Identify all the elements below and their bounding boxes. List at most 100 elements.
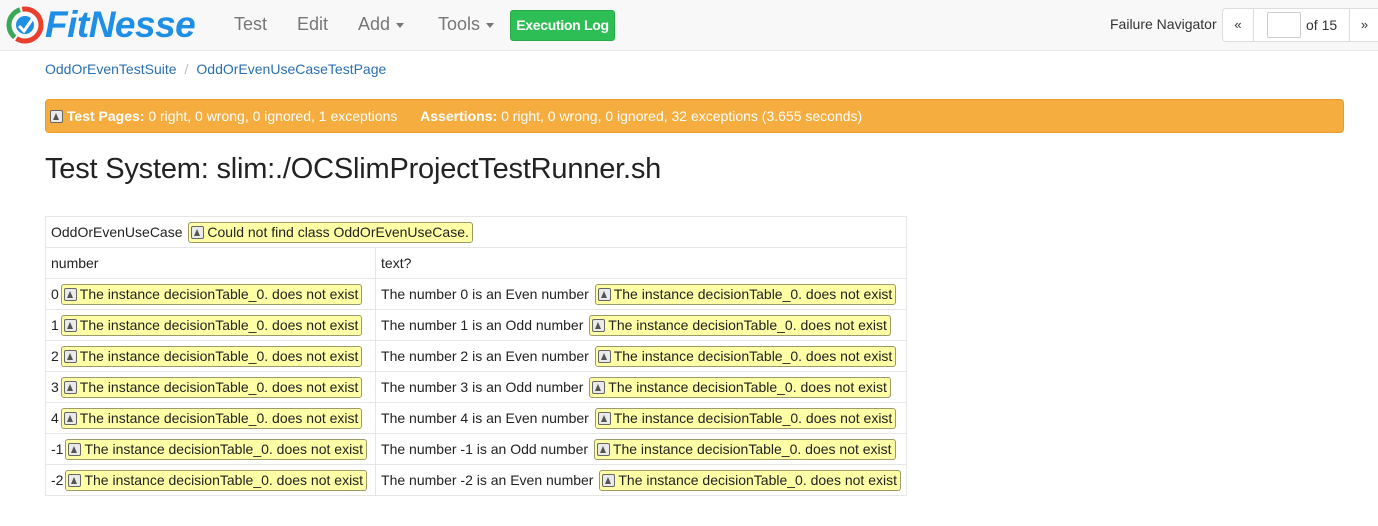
text-cell: The number 0 is an Even number The insta… <box>375 278 907 310</box>
error-badge: The instance decisionTable_0. does not e… <box>60 407 363 429</box>
nav-tools-dropdown[interactable]: Tools <box>438 12 495 36</box>
number-value: -1 <box>51 440 64 457</box>
decision-table: OddOrEvenUseCase Could not find class Od… <box>44 216 907 496</box>
exception-icon <box>63 411 77 425</box>
text-error-text: The instance decisionTable_0. does not e… <box>613 409 893 426</box>
number-error-text: The instance decisionTable_0. does not e… <box>79 409 359 426</box>
assertions-value: 0 right, 0 wrong, 0 ignored, 32 exceptio… <box>501 108 863 124</box>
next-failure-button[interactable]: » <box>1349 9 1378 41</box>
number-cell: -1 The instance decisionTable_0. does not… <box>44 433 377 465</box>
error-badge: The instance decisionTable_0. does not e… <box>589 376 891 398</box>
breadcrumb-separator: / <box>184 61 189 77</box>
number-error-text: The instance decisionTable_0. does not e… <box>84 471 364 488</box>
table-row: -2 The instance decisionTable_0. does not… <box>44 464 907 496</box>
number-error-text: The instance decisionTable_0. does not e… <box>79 378 359 395</box>
table-row: 0 The instance decisionTable_0. does not … <box>44 278 907 310</box>
nav-edit[interactable]: Edit <box>297 12 328 36</box>
nav-tools-label: Tools <box>438 14 481 34</box>
error-badge: The instance decisionTable_0. does not e… <box>593 438 896 460</box>
fitnesse-logo-link[interactable]: FitNesse <box>6 5 196 45</box>
text-error-text: The instance decisionTable_0. does not e… <box>613 347 893 364</box>
error-badge: The instance decisionTable_0. does not e… <box>60 283 363 305</box>
number-value: 4 <box>51 409 59 426</box>
caret-down-icon <box>486 22 495 28</box>
failure-page-input[interactable] <box>1267 12 1301 38</box>
breadcrumb-link-page[interactable]: OddOrEvenUseCaseTestPage <box>196 61 386 77</box>
breadcrumb: OddOrEvenTestSuite / OddOrEvenUseCaseTestP… <box>45 59 386 79</box>
class-name: OddOrEvenUseCase <box>51 223 183 240</box>
exception-icon <box>602 473 616 487</box>
column-header-number: number <box>44 247 377 279</box>
caret-down-icon <box>396 22 405 28</box>
text-cell: The number 4 is an Even number The insta… <box>375 402 907 434</box>
text-cell: The number 3 is an Odd number The instan… <box>375 371 907 403</box>
breadcrumb-link-suite[interactable]: OddOrEvenTestSuite <box>45 61 177 77</box>
class-name-cell: OddOrEvenUseCase Could not find class Od… <box>45 216 907 248</box>
error-badge: The instance decisionTable_0. does not e… <box>65 469 368 491</box>
error-badge: Could not find class OddOrEvenUseCase. <box>188 221 473 243</box>
column-header-text: text? <box>375 247 907 279</box>
number-cell: -2 The instance decisionTable_0. does not… <box>44 464 377 496</box>
text-value: The number 1 is an Odd number <box>381 316 584 333</box>
execution-log-button[interactable]: Execution Log <box>510 10 615 41</box>
text-error-text: The instance decisionTable_0. does not e… <box>608 316 887 333</box>
text-error-text: The instance decisionTable_0. does not e… <box>618 471 897 488</box>
page-title: Test System: slim:./OCSlimProjectTestRun… <box>45 153 662 185</box>
nav-add-label: Add <box>358 14 391 34</box>
table-row: 4 The instance decisionTable_0. does not … <box>44 402 907 434</box>
text-cell: The number 1 is an Odd number The instan… <box>375 309 907 341</box>
error-badge: The instance decisionTable_0. does not e… <box>60 314 363 336</box>
exception-icon <box>68 442 82 456</box>
exception-icon <box>191 225 205 239</box>
number-cell: 2 The instance decisionTable_0. does not … <box>44 340 377 372</box>
exception-icon <box>592 318 606 332</box>
table-row: 2 The instance decisionTable_0. does not … <box>44 340 907 372</box>
failure-navigator-label: Failure Navigator <box>1110 16 1217 32</box>
exception-icon <box>596 442 610 456</box>
error-badge: The instance decisionTable_0. does not e… <box>594 283 897 305</box>
exception-icon <box>63 380 77 394</box>
class-error-text: Could not find class OddOrEvenUseCase. <box>207 223 469 240</box>
number-value: -2 <box>51 471 64 488</box>
error-badge: The instance decisionTable_0. does not e… <box>594 345 897 367</box>
error-badge: The instance decisionTable_0. does not e… <box>65 438 368 460</box>
error-badge: The instance decisionTable_0. does not e… <box>60 376 363 398</box>
number-error-text: The instance decisionTable_0. does not e… <box>79 285 359 302</box>
text-value: The number 2 is an Even number <box>381 347 589 364</box>
number-cell: 3 The instance decisionTable_0. does not … <box>44 371 377 403</box>
error-badge: The instance decisionTable_0. does not e… <box>60 345 363 367</box>
table-row: -1 The instance decisionTable_0. does not… <box>44 433 907 465</box>
exception-icon <box>63 318 77 332</box>
number-error-text: The instance decisionTable_0. does not e… <box>79 316 359 333</box>
text-value: The number -1 is an Odd number <box>381 440 589 457</box>
top-navbar: FitNesse Test Edit Add Tools Execution L… <box>0 0 1378 51</box>
table-row: 1 The instance decisionTable_0. does not … <box>44 309 907 341</box>
text-error-text: The instance decisionTable_0. does not e… <box>613 285 893 302</box>
text-cell: The number -2 is an Even number The inst… <box>375 464 907 496</box>
error-badge: The instance decisionTable_0. does not e… <box>589 314 891 336</box>
table-header-class-row: OddOrEvenUseCase Could not find class Od… <box>45 216 907 248</box>
nav-test[interactable]: Test <box>234 12 267 36</box>
test-summary-bar: Test Pages: 0 right, 0 wrong, 0 ignored,… <box>45 99 1344 133</box>
text-value: The number 0 is an Even number <box>381 285 589 302</box>
failure-page-count: of 15 <box>1306 17 1338 33</box>
text-error-text: The instance decisionTable_0. does not e… <box>608 378 887 395</box>
number-cell: 1 The instance decisionTable_0. does not … <box>44 309 377 341</box>
number-value: 0 <box>51 285 59 302</box>
exception-icon <box>597 287 611 301</box>
table-column-headers: number text? <box>44 247 907 279</box>
exception-icon <box>592 380 606 394</box>
text-error-text: The instance decisionTable_0. does not e… <box>612 440 892 457</box>
previous-failure-button[interactable]: « <box>1223 9 1254 41</box>
exception-icon <box>63 287 77 301</box>
error-badge: The instance decisionTable_0. does not e… <box>594 407 897 429</box>
error-badge: The instance decisionTable_0. does not e… <box>599 469 901 491</box>
text-value: The number 3 is an Odd number <box>381 378 584 395</box>
text-cell: The number 2 is an Even number The insta… <box>375 340 907 372</box>
assertions-label: Assertions: <box>420 108 498 124</box>
nav-add-dropdown[interactable]: Add <box>358 12 405 36</box>
exception-icon <box>63 349 77 363</box>
failure-navigator: « of 15 » <box>1222 8 1378 42</box>
number-value: 2 <box>51 347 59 364</box>
fitnesse-logo-icon <box>6 6 44 44</box>
